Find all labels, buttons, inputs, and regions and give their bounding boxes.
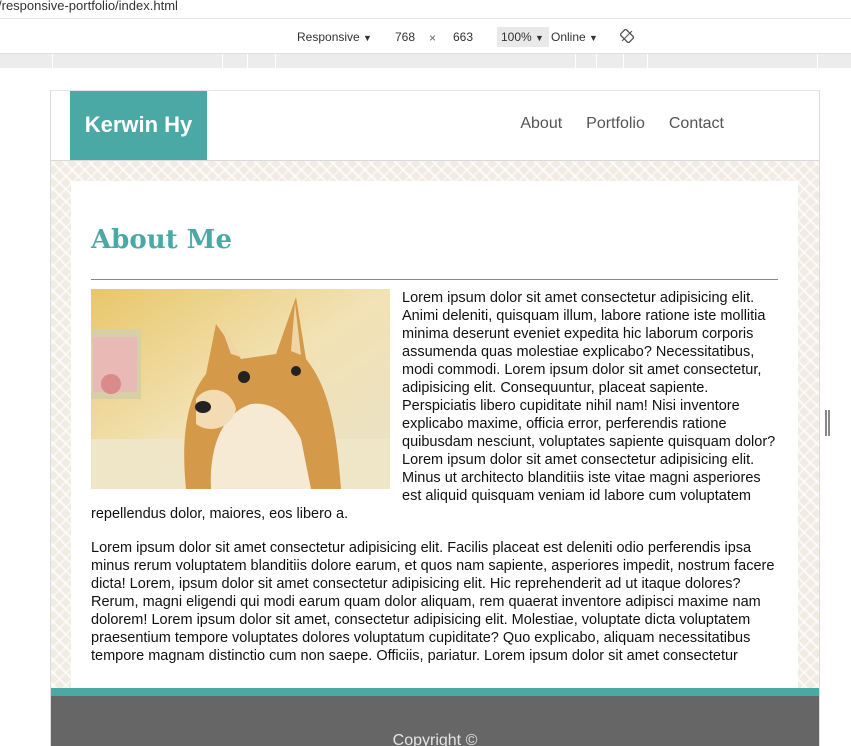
page-viewport: Kerwin Hy About Portfolio Contact About …: [50, 90, 820, 746]
device-mode-select[interactable]: Responsive ▼: [297, 30, 372, 44]
height-input[interactable]: 663: [443, 28, 483, 46]
doge-image: [91, 289, 390, 489]
dimension-separator: ×: [429, 31, 437, 45]
dropdown-arrow-icon: ▼: [535, 33, 544, 43]
site-logo[interactable]: Kerwin Hy: [70, 91, 207, 160]
zoom-select[interactable]: 100% ▼: [497, 27, 549, 47]
about-text: Lorem ipsum dolor sit amet consectetur a…: [91, 289, 778, 681]
media-query-ruler[interactable]: [0, 54, 851, 68]
throttle-select[interactable]: Online ▼: [551, 30, 598, 44]
device-toolbar: Responsive ▼ 768 × 663 100% ▼ Online ▼: [0, 20, 851, 54]
site-header: Kerwin Hy About Portfolio Contact: [51, 91, 819, 161]
dropdown-arrow-icon: ▼: [363, 33, 372, 43]
zoom-label: 100%: [501, 30, 532, 44]
site-footer: Copyright ©: [51, 688, 819, 746]
url-text: /responsive-portfolio/index.html: [0, 0, 178, 13]
copyright-text: Copyright ©: [392, 732, 478, 746]
device-mode-label: Responsive: [297, 30, 360, 44]
nav-link-contact[interactable]: Contact: [669, 115, 724, 133]
resize-handle-icon[interactable]: [825, 410, 830, 436]
nav-link-portfolio[interactable]: Portfolio: [586, 115, 645, 133]
rotate-icon[interactable]: [620, 29, 634, 43]
url-bar[interactable]: /responsive-portfolio/index.html: [0, 0, 851, 19]
about-paragraph-2: Lorem ipsum dolor sit amet consectetur a…: [91, 540, 775, 664]
about-heading: About Me: [91, 225, 232, 255]
heading-divider: [91, 279, 778, 280]
dropdown-arrow-icon: ▼: [589, 33, 598, 43]
throttle-label: Online: [551, 30, 586, 44]
main-nav: About Portfolio Contact: [520, 115, 724, 133]
width-input[interactable]: 768: [385, 28, 425, 46]
about-section: About Me Lorem ipsum dolor sit amet cons…: [71, 181, 798, 701]
nav-link-about[interactable]: About: [520, 115, 562, 133]
